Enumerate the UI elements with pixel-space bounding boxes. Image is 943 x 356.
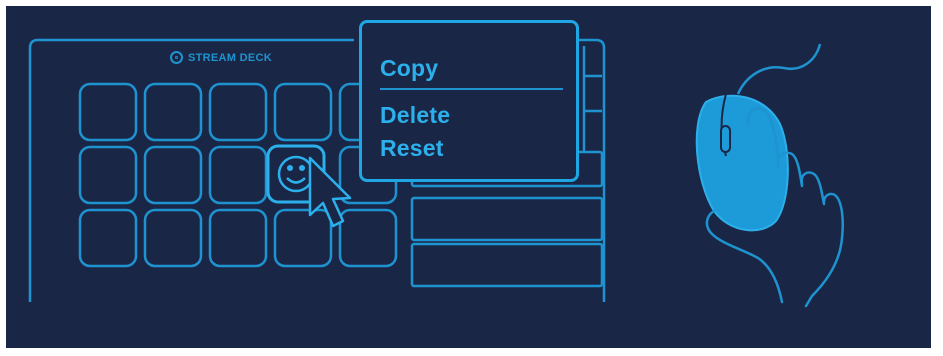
keys-grid — [78, 82, 398, 268]
menu-item-delete[interactable]: Delete — [380, 102, 450, 129]
deck-key[interactable] — [273, 208, 333, 268]
brand-label: STREAM DECK — [170, 51, 272, 64]
deck-key[interactable] — [273, 82, 333, 142]
deck-key[interactable] — [208, 145, 268, 205]
deck-key[interactable] — [143, 82, 203, 142]
deck-key[interactable] — [208, 82, 268, 142]
deck-key[interactable] — [338, 208, 398, 268]
menu-divider — [380, 88, 563, 90]
deck-key[interactable] — [78, 145, 138, 205]
menu-item-copy[interactable]: Copy — [380, 55, 438, 82]
brand-text: STREAM DECK — [188, 51, 272, 64]
menu-item-reset[interactable]: Reset — [380, 135, 444, 162]
device-outline — [28, 38, 354, 302]
deck-key[interactable] — [208, 208, 268, 268]
context-menu[interactable]: Copy Delete Reset — [359, 20, 579, 182]
elgato-logo-icon — [170, 51, 183, 64]
computer-mouse-icon — [695, 43, 822, 232]
deck-key[interactable] — [78, 82, 138, 142]
deck-key[interactable] — [143, 208, 203, 268]
stream-deck-illustration: STREAM DECK Copy Delete Reset — [6, 6, 931, 348]
pointer-cursor-icon — [308, 156, 352, 228]
deck-key[interactable] — [143, 145, 203, 205]
deck-key[interactable] — [78, 208, 138, 268]
